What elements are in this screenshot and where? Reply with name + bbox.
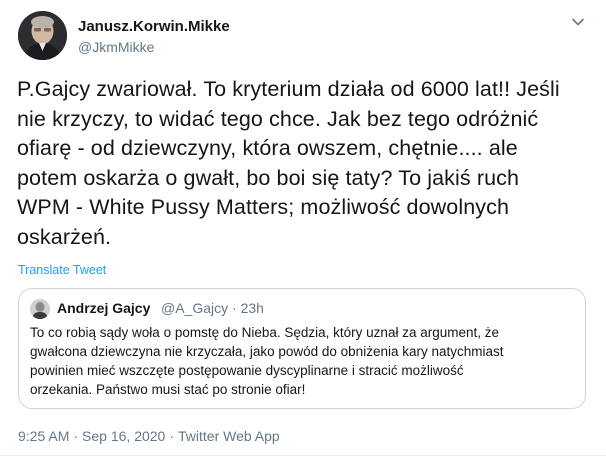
tweet-source[interactable]: Twitter Web App [178,428,280,444]
tweet-text-line: nie krzyczy, to widać tego chce. Jak bez… [17,106,539,131]
tweet-text-line: P.Gajcy zwariował. To kryterium działa o… [17,77,560,101]
quote-author-handle: @A_Gajcy · 23h [161,300,264,316]
tweet-text-line: potem oskarża o gwałt, bo boi się taty? … [17,165,520,190]
chevron-down-icon[interactable] [569,13,587,31]
tweet-text-line: ofiarę - od dziewczyny, która owszem, ch… [17,136,518,160]
author-name[interactable]: Janusz.Korwin.Mikke [78,18,230,35]
tweet-time[interactable]: 9:25 AM [18,428,69,444]
author-avatar[interactable] [18,11,67,60]
tweet-text-line: WPM - White Pussy Matters; możliwość dow… [17,195,510,219]
quote-text-line: powinien mieć wszczęte postępowanie dysc… [30,363,464,378]
quote-text-line: To co robią sądy woła o pomstę do Nieba.… [30,325,499,340]
quote-author-name: Andrzej Gajcy [57,300,151,316]
quote-text: To co robią sądy woła o pomstę do Nieba.… [30,323,578,399]
quote-text-line: orzekania. Państwo musi stać po stronie … [30,382,306,397]
tweet: Janusz.Korwin.Mikke @JkmMikke P.Gajcy zw… [0,0,606,460]
meta-separator: · [169,428,175,444]
meta-separator: · [73,428,79,444]
tweet-text-line: oskarżeń. [17,224,112,249]
tweet-meta: 9:25 AM · Sep 16, 2020 · Twitter Web App [18,428,280,444]
translate-tweet-link[interactable]: Translate Tweet [18,263,106,277]
tweet-date[interactable]: Sep 16, 2020 [82,428,165,444]
quote-text-line: gwałcona dziewczyna nie krzyczała, jako … [30,344,504,359]
quoted-tweet[interactable]: Andrzej Gajcy @A_Gajcy · 23h To co robią… [18,288,586,409]
tweet-header: Janusz.Korwin.Mikke @JkmMikke [18,11,593,61]
author-handle[interactable]: @JkmMikke [78,39,154,55]
quote-author-avatar [30,299,50,319]
tweet-text: P.Gajcy zwariował. To kryterium działa o… [17,75,589,252]
divider [0,455,606,456]
